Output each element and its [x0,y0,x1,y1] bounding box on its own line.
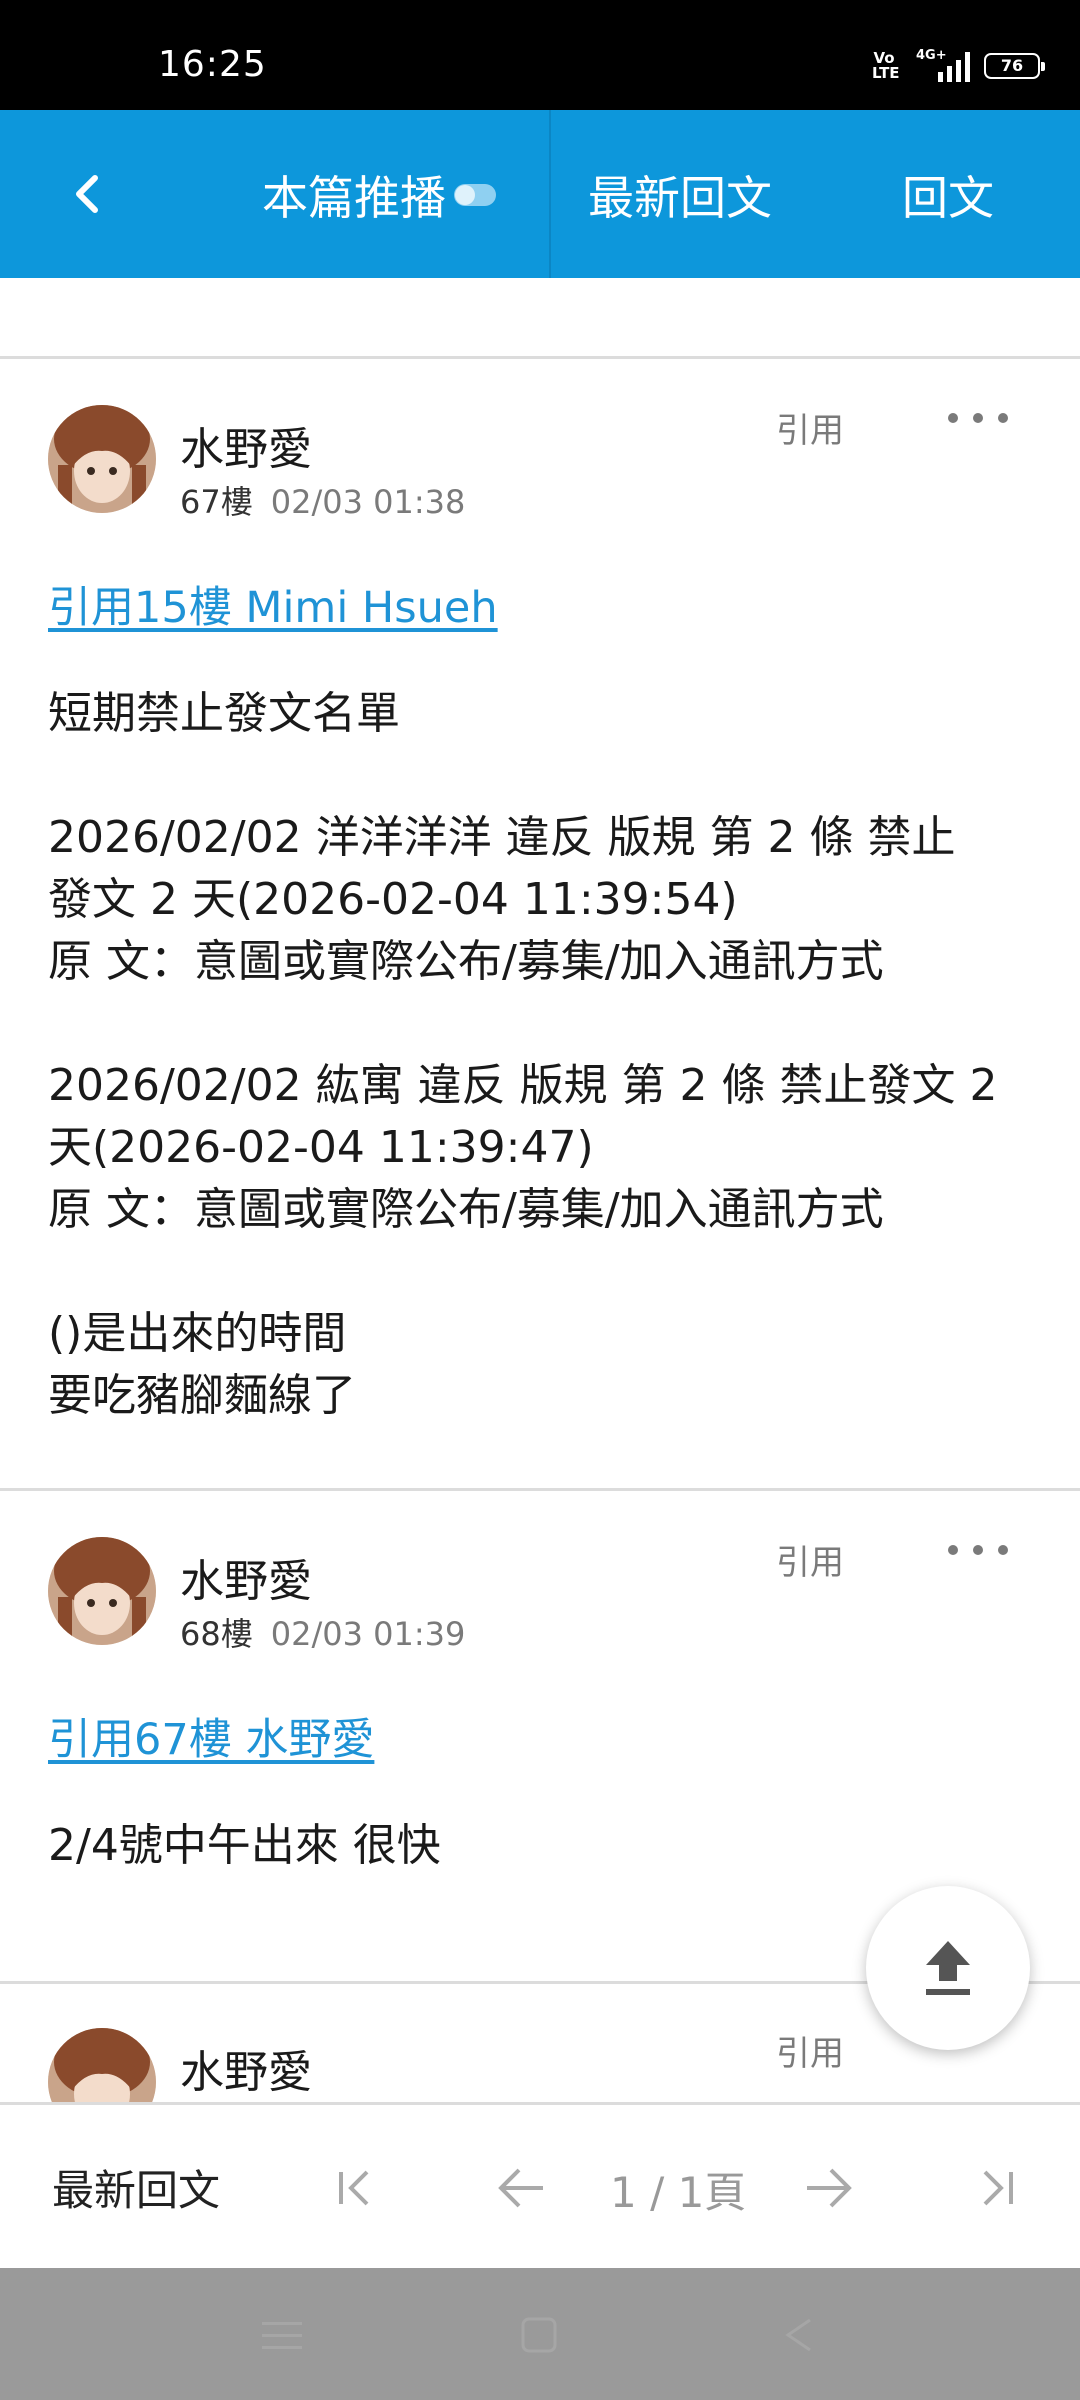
tab-push-notify[interactable]: 本篇推播 [262,162,496,228]
first-page-icon[interactable] [320,2153,390,2223]
floor-number: 67樓 [180,483,253,521]
back-nav-icon[interactable] [780,2316,818,2354]
post-meta: 68樓 02/03 01:39 [180,1609,465,1655]
chevron-left-icon [76,175,98,213]
tab-reply[interactable]: 回文 [902,162,994,228]
post-body: 2/4號中午出來 很快 [48,1820,441,1871]
author-name[interactable]: 水野愛 [180,413,312,477]
author-name[interactable]: 水野愛 [180,1545,312,1609]
quote-button[interactable]: 引用 [776,1535,844,1584]
page-indicator: 1 / 1頁 [610,2168,747,2217]
post-67: 水野愛 67樓 02/03 01:38 引用 引用15樓 Mimi Hsueh 短… [0,359,1080,1487]
avatar[interactable] [48,1537,156,1645]
author-name[interactable]: 水野愛 [180,2036,312,2100]
status-time: 16:25 [158,44,267,85]
menu-icon[interactable] [262,2318,302,2352]
post-time: 02/03 01:38 [270,483,466,521]
post-time: 02/03 01:39 [270,1615,466,1653]
pagination-bar: 最新回文 1 / 1頁 [0,2102,1080,2268]
latest-reply-button[interactable]: 最新回文 [52,2157,220,2218]
scroll-top-button[interactable] [866,1886,1030,2050]
home-icon[interactable] [520,2316,558,2354]
prev-page-icon[interactable] [486,2153,556,2223]
quote-link[interactable]: 引用15樓 Mimi Hsueh [48,573,498,635]
quote-button[interactable]: 引用 [776,2026,844,2075]
battery-icon: 76 [984,53,1045,79]
tab-latest-reply[interactable]: 最新回文 [588,162,772,228]
next-page-icon[interactable] [794,2153,864,2223]
quote-link[interactable]: 引用67樓 水野愛 [48,1705,374,1767]
more-options-icon[interactable] [948,1535,1008,1565]
upload-icon [926,1941,970,1995]
signal-icon: 4G+ [910,48,970,82]
floor-number: 68樓 [180,1615,253,1653]
post-body: 短期禁止發文名單 2026/02/02 洋洋洋洋 違反 版規 第 2 條 禁止 … [48,688,998,1421]
app-bar-divider [549,110,551,278]
last-page-icon[interactable] [962,2153,1032,2223]
status-bar: 16:25 Vo LTE 4G+ 76 [0,0,1080,110]
push-toggle[interactable] [454,184,496,206]
app-bar: 本篇推播 最新回文 回文 [0,110,1080,278]
avatar[interactable] [48,405,156,513]
back-button[interactable] [52,160,120,228]
quote-button[interactable]: 引用 [776,403,844,452]
post-meta: 67樓 02/03 01:38 [180,477,465,523]
volte-icon: Vo LTE [872,49,900,82]
status-icons: Vo LTE 4G+ 76 [872,48,1045,82]
system-navigation-bar [0,2268,1080,2400]
more-options-icon[interactable] [948,403,1008,433]
avatar[interactable] [48,2028,156,2102]
tab-push-label: 本篇推播 [262,171,446,225]
